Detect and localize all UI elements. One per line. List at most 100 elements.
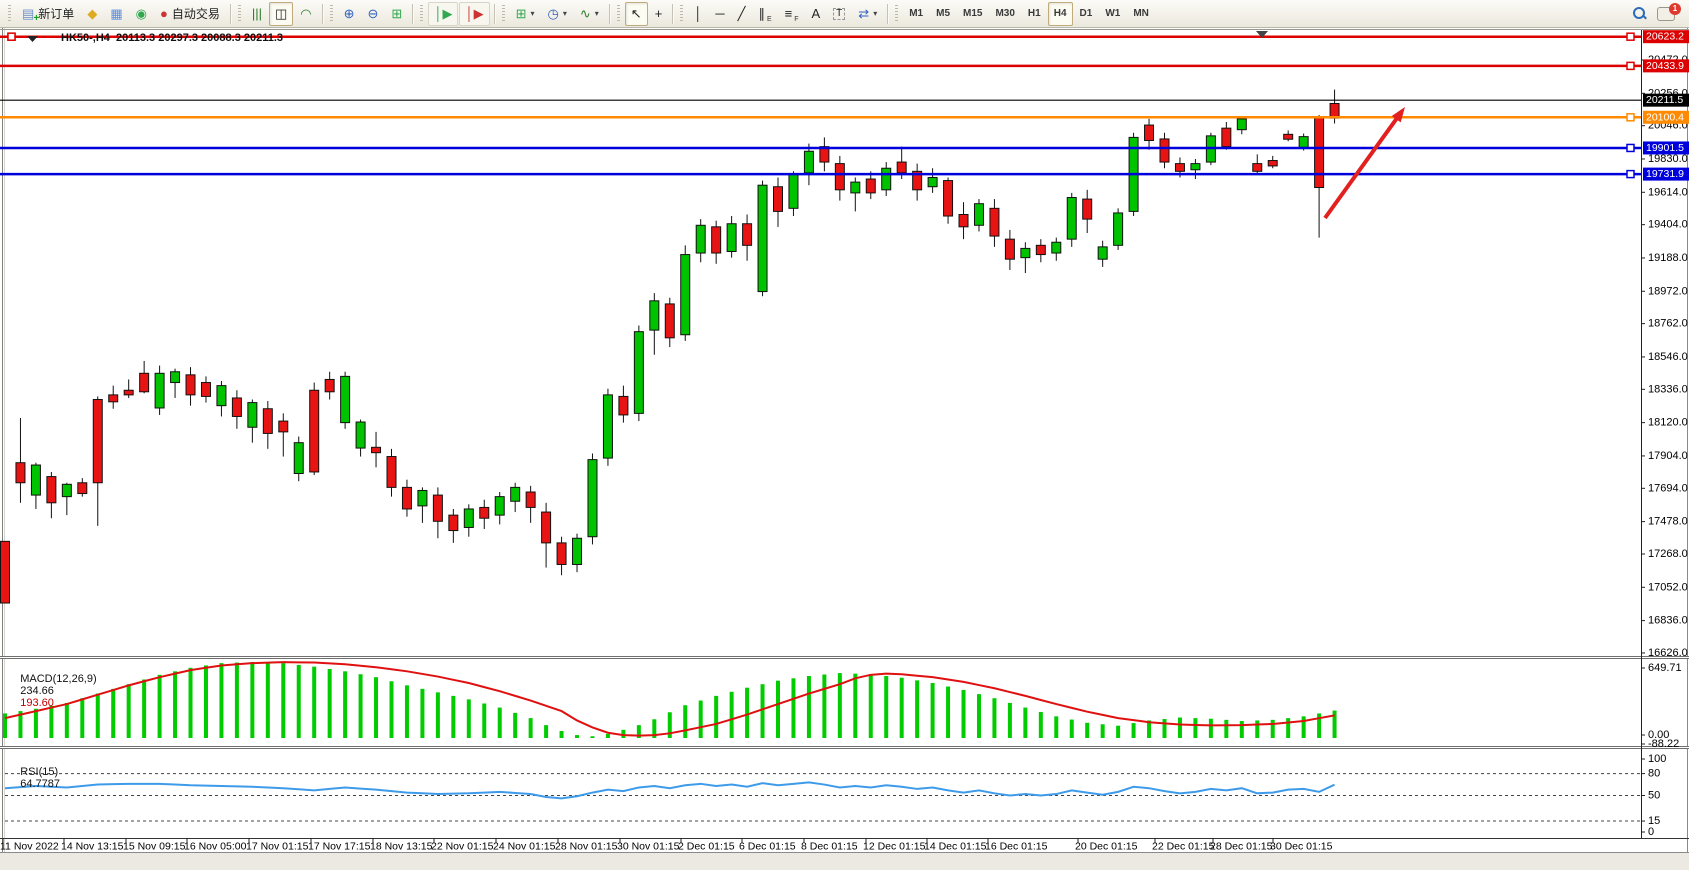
macd-bar	[1132, 723, 1136, 738]
toolbar-grip	[8, 5, 11, 23]
candle-down	[743, 224, 752, 246]
vertical-line-tool-icon: │	[694, 7, 702, 20]
candle-down	[124, 390, 133, 395]
macd-value-main: 234.66	[20, 685, 54, 697]
date-tick-label: 14 Dec 01:15	[924, 841, 987, 853]
line-handle[interactable]	[1627, 114, 1634, 121]
candlestick-mode-button[interactable]: ◫	[269, 2, 293, 26]
date-tick-label: 28 Dec 01:15	[1210, 841, 1273, 853]
candle-down	[449, 515, 458, 530]
horizontal-line-tool-button[interactable]: ─	[709, 2, 730, 26]
date-tick-label: 16 Dec 01:15	[985, 841, 1048, 853]
candle-up	[573, 538, 582, 564]
macd-bar	[235, 663, 239, 738]
macd-bar	[1193, 718, 1197, 738]
bar-chart-mode-button[interactable]: |||	[246, 2, 268, 26]
tile-windows-button[interactable]: ⊞	[385, 2, 408, 26]
zoom-out-button[interactable]: ⊖	[362, 2, 385, 26]
arrows-tool-icon: ⇄	[858, 7, 869, 20]
auto-scroll-button[interactable]: │▶	[428, 2, 458, 26]
rsi-tick-label: 50	[1648, 790, 1660, 802]
auto-trading-label: 自动交易	[172, 5, 220, 22]
chart-background	[0, 28, 1689, 865]
macd-bar	[1101, 724, 1105, 738]
macd-bar	[498, 708, 502, 738]
text-label-tool-button[interactable]: T	[827, 2, 851, 26]
line-chart-mode-button[interactable]: ◠	[294, 2, 317, 26]
macd-bar	[482, 703, 486, 738]
line-handle[interactable]	[1627, 62, 1634, 69]
trendline-tool-button[interactable]: ╱	[732, 2, 752, 26]
macd-bar	[1286, 718, 1290, 738]
price-tick-label: 17478.0	[1648, 516, 1688, 528]
toolbar-grip	[502, 5, 505, 23]
highlighter-button[interactable]: ◆	[81, 2, 103, 26]
indicators-menu-button[interactable]: ∿▾	[574, 2, 605, 26]
rsi-indicator-label: RSI(15) 64.7787	[8, 754, 60, 802]
time-axis: 11 Nov 202214 Nov 13:1515 Nov 09:1516 No…	[0, 838, 1333, 853]
chart-shift-button[interactable]: │▶	[459, 2, 489, 26]
vertical-line-tool-button[interactable]: │	[688, 2, 708, 26]
candle-down	[665, 304, 674, 338]
fibonacci-tool-subscript: F	[794, 16, 798, 23]
fibonacci-tool-button[interactable]: ≡F	[779, 2, 805, 26]
new-chart-button[interactable]: ⊞▾	[510, 2, 541, 26]
price-line-label: 20623.2	[1646, 31, 1684, 43]
period-presets-icon: ◷	[548, 7, 559, 20]
macd-name: MACD(12,26,9)	[20, 673, 96, 685]
line-handle[interactable]	[1627, 144, 1634, 151]
timeframe-h4-button[interactable]: H4	[1048, 2, 1073, 26]
date-tick-label: 17 Nov 17:15	[308, 841, 371, 853]
chat-icon[interactable]: 1	[1657, 7, 1675, 21]
auto-trading-button[interactable]: ●自动交易	[154, 2, 226, 26]
timeframe-d1-button[interactable]: D1	[1074, 2, 1099, 26]
timeframe-m30-button[interactable]: M30	[989, 2, 1020, 26]
chart-shift-icon: │▶	[465, 7, 483, 20]
candle-down	[712, 227, 721, 253]
cursor-button[interactable]: ↖	[625, 2, 648, 26]
timeframe-m1-button[interactable]: M1	[903, 2, 929, 26]
new-order-label: 新订单	[38, 5, 74, 22]
timeframe-h1-button[interactable]: H1	[1022, 2, 1047, 26]
macd-bar	[405, 685, 409, 738]
timeframe-mn-button[interactable]: MN	[1127, 2, 1155, 26]
macd-bar	[374, 677, 378, 738]
line-handle[interactable]	[1627, 33, 1634, 40]
line-handle[interactable]	[1627, 171, 1634, 178]
market-sound-button[interactable]: ◉	[130, 2, 153, 26]
new-order-button[interactable]: ▤+新订单	[16, 2, 80, 26]
candle-up	[1114, 213, 1123, 245]
macd-bar	[560, 731, 564, 738]
crosshair-button[interactable]: +	[649, 2, 669, 26]
date-tick-label: 24 Nov 01:15	[493, 841, 556, 853]
date-tick-label: 15 Nov 09:15	[123, 841, 186, 853]
timeframe-m15-button[interactable]: M15	[957, 2, 988, 26]
text-tool-button[interactable]: A	[806, 2, 827, 26]
period-presets-button[interactable]: ◷▾	[542, 2, 573, 26]
candle-up	[851, 182, 860, 193]
zoom-in-button[interactable]: ⊕	[338, 2, 361, 26]
search-icon[interactable]	[1633, 7, 1646, 20]
candle-down	[1315, 117, 1324, 188]
candle-down	[1175, 164, 1184, 172]
chevron-down-icon: ▾	[873, 9, 877, 18]
macd-bar	[683, 705, 687, 738]
macd-bar	[451, 696, 455, 738]
chart-windows-button[interactable]: ▦	[104, 2, 128, 26]
timeframe-w1-button[interactable]: W1	[1099, 2, 1126, 26]
macd-bar	[173, 671, 177, 738]
candle-up	[1191, 164, 1200, 170]
candle-up	[511, 487, 520, 501]
line-handle[interactable]	[8, 33, 15, 40]
equidistant-channel-tool-button[interactable]: ∥E	[752, 2, 777, 26]
candle-up	[1237, 119, 1246, 130]
price-tick-label: 16626.0	[1648, 647, 1688, 659]
candle-up	[727, 224, 736, 252]
price-tick-label: 19614.0	[1648, 186, 1688, 198]
candle-up	[588, 460, 597, 537]
rsi-tick-label: 80	[1648, 768, 1660, 780]
macd-value-signal: 193.60	[20, 697, 54, 709]
macd-bar	[281, 663, 285, 738]
timeframe-m5-button[interactable]: M5	[930, 2, 956, 26]
arrows-tool-button[interactable]: ⇄▾	[852, 2, 883, 26]
